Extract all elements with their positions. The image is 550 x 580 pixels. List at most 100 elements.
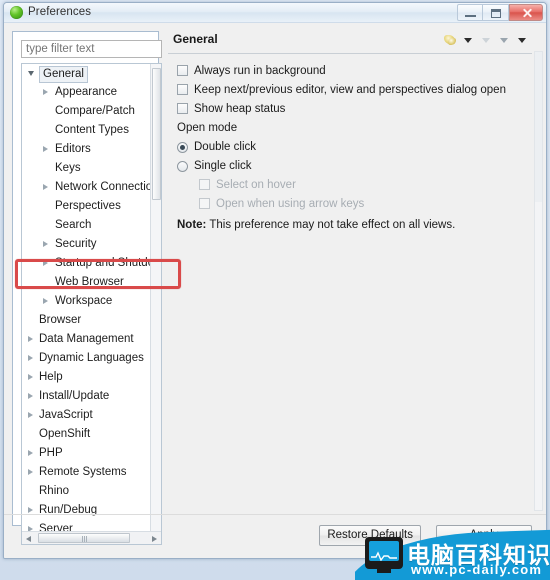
tree-item-network-connections[interactable]: Network Connections <box>22 178 150 197</box>
chevron-down-icon[interactable] <box>28 70 35 77</box>
radio-row-single-click[interactable]: Single click <box>174 157 532 176</box>
tree-item-workspace[interactable]: Workspace <box>22 292 150 311</box>
page-title: General <box>173 32 218 46</box>
green-sphere-icon <box>10 6 23 19</box>
scroll-right-arrow-icon[interactable] <box>148 532 161 544</box>
tree-item-javascript[interactable]: JavaScript <box>22 406 150 425</box>
page-vertical-scrollbar[interactable] <box>534 51 543 511</box>
page-content: Always run in background Keep next/previo… <box>168 54 532 234</box>
tree-item-rhino[interactable]: Rhino <box>22 482 150 501</box>
tree-hscroll-thumb[interactable] <box>38 533 130 543</box>
chevron-right-icon[interactable] <box>43 298 50 305</box>
toolbar-arrow-icon-2[interactable] <box>497 33 512 47</box>
radio-row-double-click[interactable]: Double click <box>174 138 532 157</box>
page-header: General <box>168 31 532 53</box>
page-vscroll-thumb[interactable] <box>535 52 542 202</box>
maximize-button[interactable] <box>483 4 509 21</box>
tree-item-dynamic-languages[interactable]: Dynamic Languages <box>22 349 150 368</box>
tree-horizontal-scrollbar[interactable] <box>22 531 161 544</box>
scroll-left-arrow-icon[interactable] <box>22 532 35 544</box>
tree-vscroll-thumb[interactable] <box>152 68 161 200</box>
toolbar-menu-arrow-icon-2[interactable] <box>515 33 530 47</box>
minimize-button[interactable] <box>457 4 483 21</box>
open-mode-radio-group: Double click Single click <box>174 138 532 176</box>
tree-item-label: Workspace <box>55 295 113 307</box>
checkbox-label: Select on hover <box>216 179 296 191</box>
tree-item-data-management[interactable]: Data Management <box>22 330 150 349</box>
dialog-body: General Appearance Compare/Patch Content Ty… <box>4 23 546 558</box>
tree-item-keys[interactable]: Keys <box>22 159 150 178</box>
toolbar-arrow-icon-1[interactable] <box>479 33 494 47</box>
checkbox-icon[interactable] <box>177 103 188 114</box>
checkbox-row-1[interactable]: Keep next/previous editor, view and pers… <box>174 81 532 100</box>
chevron-right-icon[interactable] <box>43 241 50 248</box>
toolbar-menu-arrow-icon[interactable] <box>461 33 476 47</box>
window-controls <box>457 4 543 22</box>
suboption-row-1: Open when using arrow keys <box>196 195 532 214</box>
tree-vertical-scrollbar[interactable] <box>150 64 161 531</box>
chevron-right-icon[interactable] <box>28 450 35 457</box>
tree-item-search[interactable]: Search <box>22 216 150 235</box>
tree-item-browser[interactable]: Browser <box>22 311 150 330</box>
checkbox-label: Keep next/previous editor, view and pers… <box>194 84 506 96</box>
tree-item-label: Install/Update <box>39 390 110 402</box>
tree-item-startup-and-shutdown[interactable]: Startup and Shutdown <box>22 254 150 273</box>
tree-item-editors[interactable]: Editors <box>22 140 150 159</box>
tree-item-label: Dynamic Languages <box>39 352 144 364</box>
chevron-right-icon[interactable] <box>43 89 50 96</box>
chevron-right-icon[interactable] <box>28 469 35 476</box>
chevron-right-icon[interactable] <box>43 260 50 267</box>
tree-item-remote-systems[interactable]: Remote Systems <box>22 463 150 482</box>
tree-item-content-types[interactable]: Content Types <box>22 121 150 140</box>
tree-item-run-debug[interactable]: Run/Debug <box>22 501 150 520</box>
checkbox-icon[interactable] <box>177 65 188 76</box>
radio-icon[interactable] <box>177 161 188 172</box>
tree-item-help[interactable]: Help <box>22 368 150 387</box>
tree-item-list: General Appearance Compare/Patch Content Ty… <box>22 64 150 531</box>
radio-label: Single click <box>194 160 252 172</box>
tree-item-label: JavaScript <box>39 409 93 421</box>
radio-icon[interactable] <box>177 142 188 153</box>
restore-page-icon[interactable] <box>443 33 458 47</box>
tree-item-label: Run/Debug <box>39 504 98 516</box>
suboption-row-0: Select on hover <box>196 176 532 195</box>
chevron-right-icon[interactable] <box>28 355 35 362</box>
checkbox-row-0[interactable]: Always run in background <box>174 62 532 81</box>
tree-item-web-browser[interactable]: Web Browser <box>22 273 150 292</box>
chevron-right-icon[interactable] <box>28 336 35 343</box>
close-button[interactable] <box>509 4 543 21</box>
chevron-right-icon[interactable] <box>28 393 35 400</box>
tree-item-label: Startup and Shutdown <box>55 257 150 269</box>
chevron-right-icon[interactable] <box>43 184 50 191</box>
tree-item-php[interactable]: PHP <box>22 444 150 463</box>
tree-item-label: Security <box>55 238 97 250</box>
checkbox-icon <box>199 179 210 190</box>
tree-item-compare-patch[interactable]: Compare/Patch <box>22 102 150 121</box>
radio-label: Double click <box>194 141 256 153</box>
heartbeat-icon <box>371 551 397 561</box>
chevron-right-icon[interactable] <box>28 507 35 514</box>
chevron-right-icon[interactable] <box>28 374 35 381</box>
tree-item-label: Network Connections <box>55 181 150 193</box>
preferences-tree[interactable]: General Appearance Compare/Patch Content Ty… <box>21 63 162 545</box>
tree-item-appearance[interactable]: Appearance <box>22 83 150 102</box>
tree-item-server[interactable]: Server <box>22 520 150 531</box>
tree-item-install-update[interactable]: Install/Update <box>22 387 150 406</box>
chevron-right-icon[interactable] <box>43 146 50 153</box>
tree-item-label: Perspectives <box>55 200 121 212</box>
tree-item-label: Remote Systems <box>39 466 127 478</box>
search-input[interactable] <box>22 41 161 57</box>
checkbox-label: Always run in background <box>194 65 326 77</box>
tree-item-perspectives[interactable]: Perspectives <box>22 197 150 216</box>
tree-item-openshift[interactable]: OpenShift <box>22 425 150 444</box>
tree-item-security[interactable]: Security <box>22 235 150 254</box>
checkbox-icon[interactable] <box>177 84 188 95</box>
tree-item-general[interactable]: General <box>22 64 150 83</box>
checkbox-row-2[interactable]: Show heap status <box>174 100 532 119</box>
title-bar: Preferences <box>4 3 546 23</box>
chevron-right-icon[interactable] <box>28 412 35 419</box>
window-title: Preferences <box>28 6 92 18</box>
tree-item-label: Data Management <box>39 333 134 345</box>
filter-textbox[interactable] <box>21 40 162 58</box>
tree-item-label: Compare/Patch <box>55 105 135 117</box>
